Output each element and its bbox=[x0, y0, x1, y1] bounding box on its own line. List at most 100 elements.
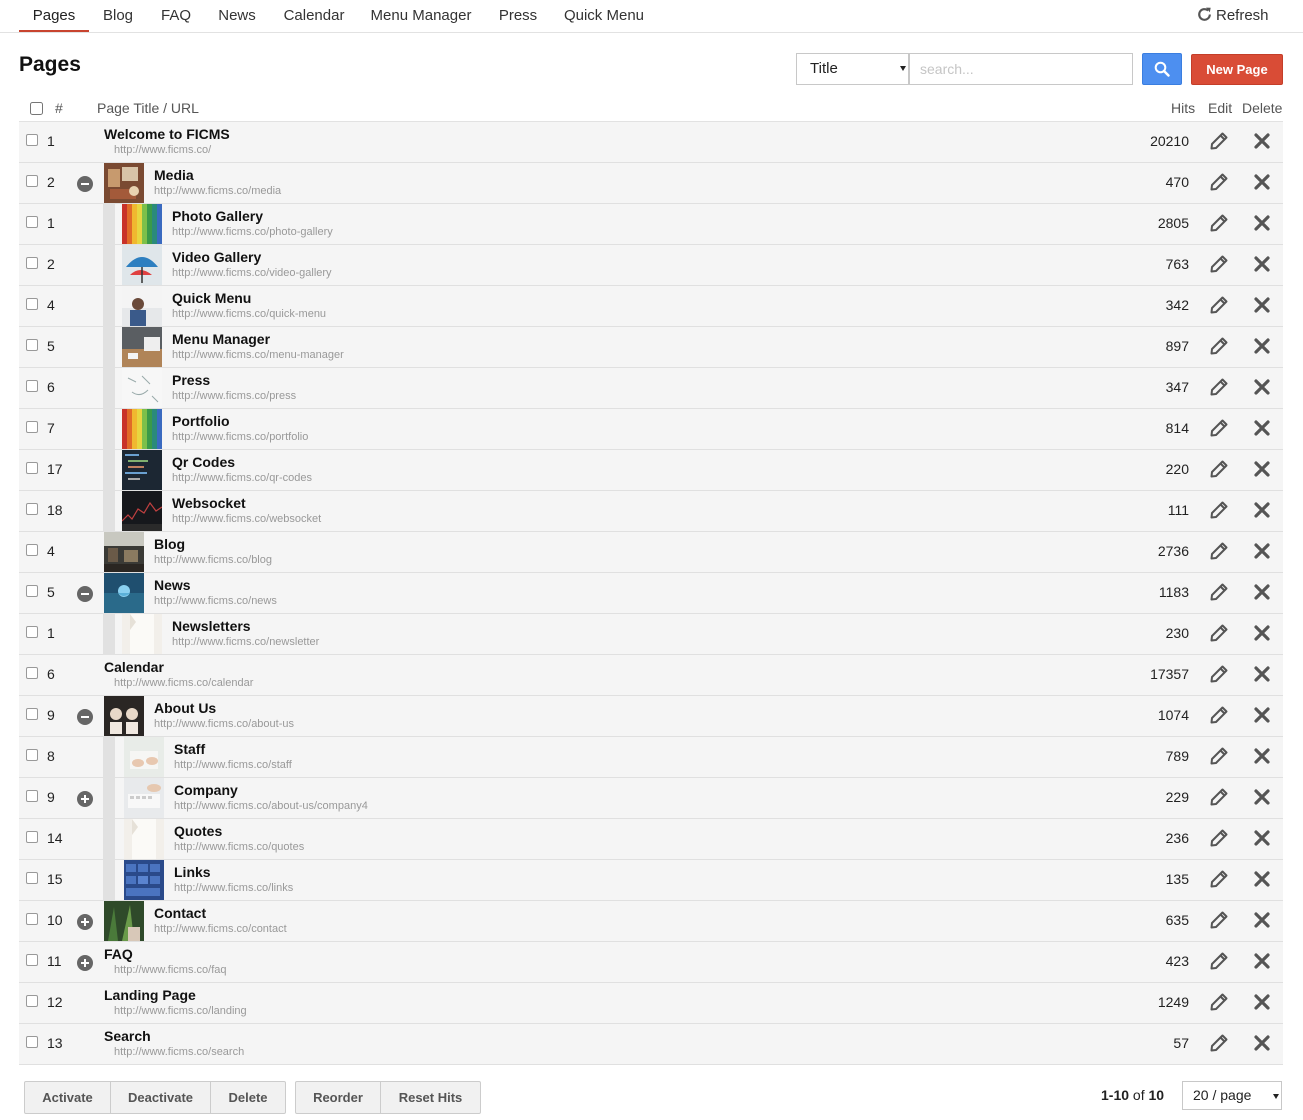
collapse-icon[interactable] bbox=[77, 586, 93, 602]
edit-button[interactable] bbox=[1210, 870, 1228, 893]
refresh-button[interactable]: Refresh bbox=[1196, 0, 1269, 32]
delete-row-button[interactable] bbox=[1254, 830, 1270, 851]
edit-button[interactable] bbox=[1210, 501, 1228, 524]
edit-button[interactable] bbox=[1210, 214, 1228, 237]
search-button[interactable] bbox=[1142, 53, 1182, 85]
row-checkbox[interactable] bbox=[26, 872, 38, 884]
delete-row-button[interactable] bbox=[1254, 297, 1270, 318]
page-title-link[interactable]: Welcome to FICMS bbox=[104, 126, 230, 142]
page-title-link[interactable]: Newsletters bbox=[172, 618, 251, 634]
page-title-link[interactable]: Company bbox=[174, 782, 238, 798]
row-checkbox[interactable] bbox=[26, 995, 38, 1007]
delete-row-button[interactable] bbox=[1254, 625, 1270, 646]
row-checkbox[interactable] bbox=[26, 134, 38, 146]
row-checkbox[interactable] bbox=[26, 462, 38, 474]
page-title-link[interactable]: Links bbox=[174, 864, 211, 880]
page-title-link[interactable]: Quick Menu bbox=[172, 290, 251, 306]
page-title-link[interactable]: Quotes bbox=[174, 823, 222, 839]
page-title-link[interactable]: News bbox=[154, 577, 191, 593]
edit-button[interactable] bbox=[1210, 583, 1228, 606]
delete-row-button[interactable] bbox=[1254, 133, 1270, 154]
edit-button[interactable] bbox=[1210, 706, 1228, 729]
page-title-link[interactable]: Search bbox=[104, 1028, 151, 1044]
delete-row-button[interactable] bbox=[1254, 174, 1270, 195]
delete-row-button[interactable] bbox=[1254, 1035, 1270, 1056]
page-title-link[interactable]: About Us bbox=[154, 700, 216, 716]
delete-row-button[interactable] bbox=[1254, 379, 1270, 400]
page-title-link[interactable]: Qr Codes bbox=[172, 454, 235, 470]
row-checkbox[interactable] bbox=[26, 421, 38, 433]
collapse-icon[interactable] bbox=[77, 709, 93, 725]
row-checkbox[interactable] bbox=[26, 339, 38, 351]
edit-button[interactable] bbox=[1210, 788, 1228, 811]
tab-press[interactable]: Press bbox=[494, 0, 542, 32]
select-all-checkbox[interactable] bbox=[30, 102, 43, 115]
reorder-button[interactable]: Reorder bbox=[296, 1082, 381, 1113]
row-checkbox[interactable] bbox=[26, 749, 38, 761]
edit-button[interactable] bbox=[1210, 829, 1228, 852]
row-checkbox[interactable] bbox=[26, 790, 38, 802]
tab-quick-menu[interactable]: Quick Menu bbox=[561, 0, 647, 32]
edit-button[interactable] bbox=[1210, 173, 1228, 196]
delete-row-button[interactable] bbox=[1254, 461, 1270, 482]
page-title-link[interactable]: Press bbox=[172, 372, 210, 388]
expand-icon[interactable] bbox=[77, 955, 93, 971]
delete-row-button[interactable] bbox=[1254, 338, 1270, 359]
edit-button[interactable] bbox=[1210, 665, 1228, 688]
reset-hits-button[interactable]: Reset Hits bbox=[381, 1082, 480, 1113]
row-checkbox[interactable] bbox=[26, 216, 38, 228]
row-checkbox[interactable] bbox=[26, 257, 38, 269]
tab-faq[interactable]: FAQ bbox=[156, 0, 196, 32]
row-checkbox[interactable] bbox=[26, 585, 38, 597]
page-title-link[interactable]: Staff bbox=[174, 741, 205, 757]
row-checkbox[interactable] bbox=[26, 380, 38, 392]
delete-row-button[interactable] bbox=[1254, 912, 1270, 933]
delete-row-button[interactable] bbox=[1254, 994, 1270, 1015]
page-title-link[interactable]: Websocket bbox=[172, 495, 246, 511]
delete-row-button[interactable] bbox=[1254, 666, 1270, 687]
page-title-link[interactable]: Calendar bbox=[104, 659, 164, 675]
tab-calendar[interactable]: Calendar bbox=[280, 0, 348, 32]
row-checkbox[interactable] bbox=[26, 298, 38, 310]
row-checkbox[interactable] bbox=[26, 544, 38, 556]
expand-icon[interactable] bbox=[77, 914, 93, 930]
row-checkbox[interactable] bbox=[26, 831, 38, 843]
search-field-select[interactable]: Title bbox=[796, 53, 909, 85]
delete-row-button[interactable] bbox=[1254, 502, 1270, 523]
delete-row-button[interactable] bbox=[1254, 789, 1270, 810]
delete-row-button[interactable] bbox=[1254, 420, 1270, 441]
collapse-icon[interactable] bbox=[77, 176, 93, 192]
tab-menu-manager[interactable]: Menu Manager bbox=[367, 0, 475, 32]
page-title-link[interactable]: Portfolio bbox=[172, 413, 230, 429]
edit-button[interactable] bbox=[1210, 993, 1228, 1016]
column-hits[interactable]: Hits bbox=[1171, 100, 1195, 116]
row-checkbox[interactable] bbox=[26, 1036, 38, 1048]
delete-row-button[interactable] bbox=[1254, 953, 1270, 974]
edit-button[interactable] bbox=[1210, 1034, 1228, 1057]
edit-button[interactable] bbox=[1210, 255, 1228, 278]
column-title[interactable]: Page Title / URL bbox=[97, 100, 199, 116]
page-title-link[interactable]: FAQ bbox=[104, 946, 133, 962]
edit-button[interactable] bbox=[1210, 132, 1228, 155]
edit-button[interactable] bbox=[1210, 624, 1228, 647]
delete-row-button[interactable] bbox=[1254, 215, 1270, 236]
edit-button[interactable] bbox=[1210, 747, 1228, 770]
tab-pages[interactable]: Pages bbox=[19, 0, 89, 32]
row-checkbox[interactable] bbox=[26, 175, 38, 187]
delete-row-button[interactable] bbox=[1254, 256, 1270, 277]
delete-row-button[interactable] bbox=[1254, 543, 1270, 564]
edit-button[interactable] bbox=[1210, 419, 1228, 442]
edit-button[interactable] bbox=[1210, 296, 1228, 319]
per-page-select[interactable]: 20 / page bbox=[1182, 1081, 1282, 1110]
deactivate-button[interactable]: Deactivate bbox=[111, 1082, 211, 1113]
row-checkbox[interactable] bbox=[26, 626, 38, 638]
page-title-link[interactable]: Video Gallery bbox=[172, 249, 261, 265]
tab-blog[interactable]: Blog bbox=[98, 0, 138, 32]
row-checkbox[interactable] bbox=[26, 708, 38, 720]
search-input[interactable] bbox=[909, 53, 1133, 85]
edit-button[interactable] bbox=[1210, 337, 1228, 360]
page-title-link[interactable]: Landing Page bbox=[104, 987, 196, 1003]
row-checkbox[interactable] bbox=[26, 913, 38, 925]
edit-button[interactable] bbox=[1210, 911, 1228, 934]
new-page-button[interactable]: New Page bbox=[1191, 54, 1283, 85]
